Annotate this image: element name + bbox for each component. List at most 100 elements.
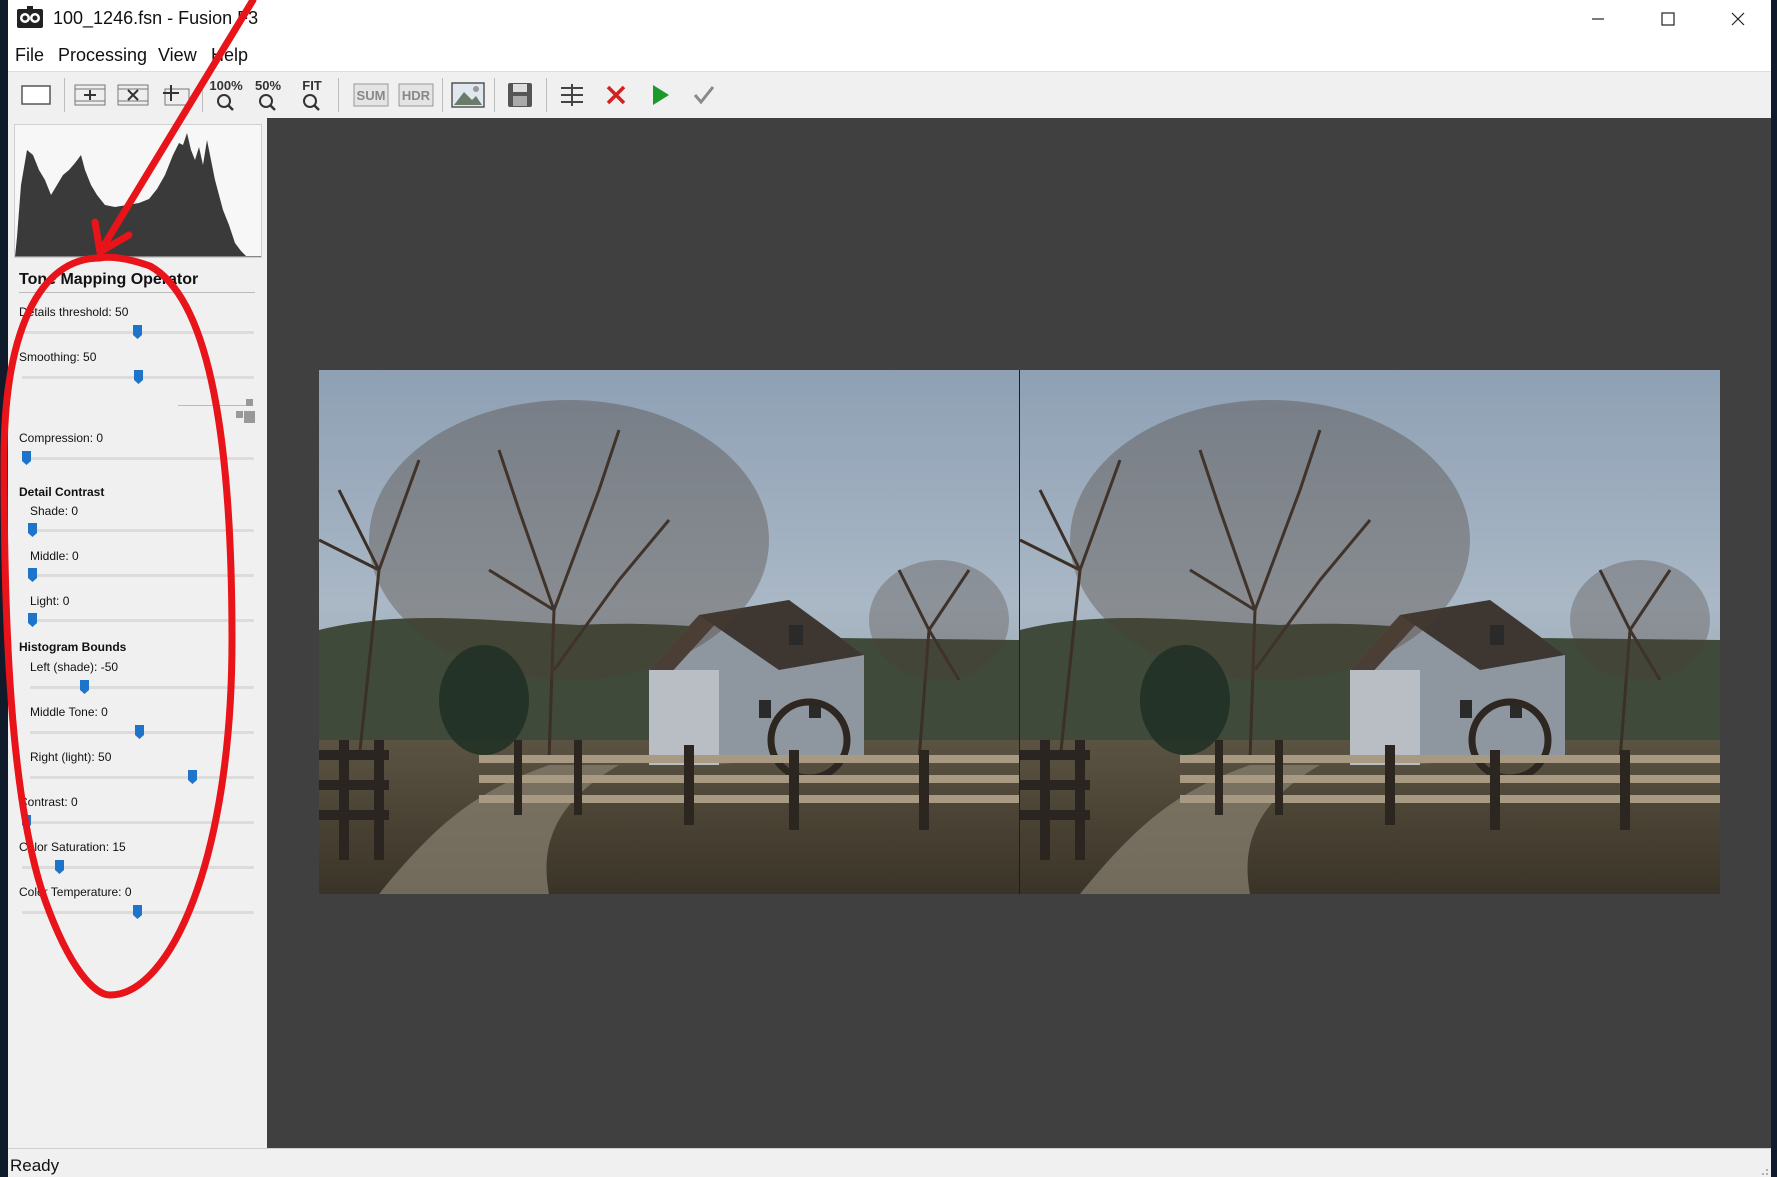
before-after-photo <box>319 370 1721 894</box>
panel-title-divider <box>19 292 255 293</box>
remove-frame-button[interactable] <box>115 77 151 113</box>
menu-file[interactable]: File <box>15 45 44 66</box>
zoom-50-button[interactable]: 50% <box>250 77 286 113</box>
smoothing-slider-thumb[interactable] <box>134 370 143 384</box>
status-bar: Ready <box>8 1148 1771 1177</box>
color-temperature-slider-thumb[interactable] <box>133 905 142 919</box>
run-button[interactable] <box>642 77 678 113</box>
middle-slider-thumb[interactable] <box>28 568 37 582</box>
film-insert-icon <box>163 85 190 106</box>
light-label: Light: 0 <box>30 594 70 608</box>
film-add-icon <box>74 84 106 106</box>
light-slider-track[interactable] <box>30 619 254 622</box>
histogram-bounds-heading: Histogram Bounds <box>19 640 127 654</box>
apply-button[interactable] <box>686 77 722 113</box>
color-temperature-label: Color Temperature: 0 <box>19 885 132 899</box>
select-region-button[interactable] <box>18 77 54 113</box>
insert-frame-button[interactable] <box>158 77 194 113</box>
smoothing-label: Smoothing: 50 <box>19 350 97 364</box>
list-settings-icon <box>561 84 583 106</box>
left-shade-label: Left (shade): -50 <box>30 660 119 674</box>
minimize-icon <box>1592 17 1604 20</box>
contrast-slider-track[interactable] <box>22 821 254 824</box>
zoom-100-button[interactable]: 100% <box>208 77 244 113</box>
maximize-button[interactable] <box>1633 0 1703 37</box>
middle-label: Middle: 0 <box>30 549 79 563</box>
svg-text:SUM: SUM <box>357 88 386 103</box>
svg-text:HDR: HDR <box>402 88 431 103</box>
hdr-icon: HDR <box>398 83 434 107</box>
left-shade-slider-thumb[interactable] <box>80 680 89 694</box>
hdr-button[interactable]: HDR <box>398 77 434 113</box>
save-button[interactable] <box>502 77 538 113</box>
floppy-disk-icon <box>508 83 532 107</box>
maximize-icon <box>1661 11 1675 26</box>
image-preview-button[interactable] <box>450 77 486 113</box>
sum-icon: SUM <box>353 83 389 107</box>
compression-slider-thumb[interactable] <box>22 451 31 465</box>
compression-label: Compression: 0 <box>19 431 104 445</box>
zoom-fit-icon: FIT <box>302 78 322 111</box>
svg-text:FIT: FIT <box>302 78 322 93</box>
zoom-fit-button[interactable]: FIT <box>294 77 330 113</box>
contrast-label: Contrast: 0 <box>19 795 78 809</box>
sum-button[interactable]: SUM <box>353 77 389 113</box>
color-saturation-label: Color Saturation: 15 <box>19 840 126 854</box>
menu-processing[interactable]: Processing <box>58 45 147 66</box>
light-slider-thumb[interactable] <box>28 613 37 627</box>
toolbar-separator <box>338 78 339 112</box>
zoom-100-icon: 100% <box>209 78 243 111</box>
right-light-label: Right (light): 50 <box>30 750 112 764</box>
toolbar: 100% 50% FIT SUM HDR <box>8 71 1771 119</box>
toolbar-separator <box>202 78 203 112</box>
panel-title: Tone Mapping Operator <box>19 271 199 288</box>
right-light-slider-thumb[interactable] <box>188 770 197 784</box>
checkmark-icon <box>693 86 715 105</box>
svg-text:100%: 100% <box>209 78 243 93</box>
title-bar: 100_1246.fsn - Fusion F3 <box>8 0 1771 37</box>
add-frame-button[interactable] <box>72 77 108 113</box>
toolbar-separator <box>546 78 547 112</box>
menu-bar: File Processing View Help <box>8 37 1771 71</box>
resize-grip-icon[interactable] <box>1757 1164 1769 1176</box>
minimize-button[interactable] <box>1563 0 1633 37</box>
play-icon <box>653 85 669 105</box>
contrast-slider-thumb[interactable] <box>22 815 31 829</box>
compression-slider-track[interactable] <box>22 457 254 460</box>
details-threshold-label: Details threshold: 50 <box>19 305 129 319</box>
tone-mapping-panel: Tone Mapping Operator Details threshold:… <box>8 118 267 1148</box>
middle-tone-slider-thumb[interactable] <box>135 725 144 739</box>
app-window: 100_1246.fsn - Fusion F3 File Processing… <box>8 0 1771 1177</box>
image-viewer[interactable] <box>267 118 1771 1148</box>
detail-contrast-heading: Detail Contrast <box>19 485 105 499</box>
window-title: 100_1246.fsn - Fusion F3 <box>53 8 259 28</box>
middle-slider-track[interactable] <box>30 574 254 577</box>
close-button[interactable] <box>1703 0 1771 37</box>
cancel-button[interactable] <box>598 77 634 113</box>
menu-help[interactable]: Help <box>211 45 248 66</box>
shade-label: Shade: 0 <box>30 504 79 518</box>
right-light-slider-track[interactable] <box>30 776 254 779</box>
shade-slider-track[interactable] <box>30 529 254 532</box>
middle-tone-label: Middle Tone: 0 <box>30 705 108 719</box>
rectangle-select-icon <box>21 85 51 105</box>
film-remove-icon <box>117 84 149 106</box>
shade-slider-thumb[interactable] <box>28 523 37 537</box>
zoom-50-icon: 50% <box>255 78 281 111</box>
toolbar-separator <box>64 78 65 112</box>
toolbar-separator <box>494 78 495 112</box>
left-shade-slider-track[interactable] <box>30 686 254 689</box>
details-threshold-slider-thumb[interactable] <box>133 325 142 339</box>
app-logo-icon <box>17 6 43 28</box>
settings-list-button[interactable] <box>554 77 590 113</box>
menu-view[interactable]: View <box>158 45 197 66</box>
svg-text:50%: 50% <box>255 78 281 93</box>
status-text: Ready <box>10 1156 60 1175</box>
red-x-icon <box>606 85 626 105</box>
color-saturation-slider-thumb[interactable] <box>55 860 64 874</box>
collapse-squares-icon[interactable] <box>228 398 256 426</box>
close-icon <box>1731 12 1745 25</box>
toolbar-separator <box>442 78 443 112</box>
histogram-chart <box>14 124 262 258</box>
landscape-image-icon <box>451 82 485 108</box>
